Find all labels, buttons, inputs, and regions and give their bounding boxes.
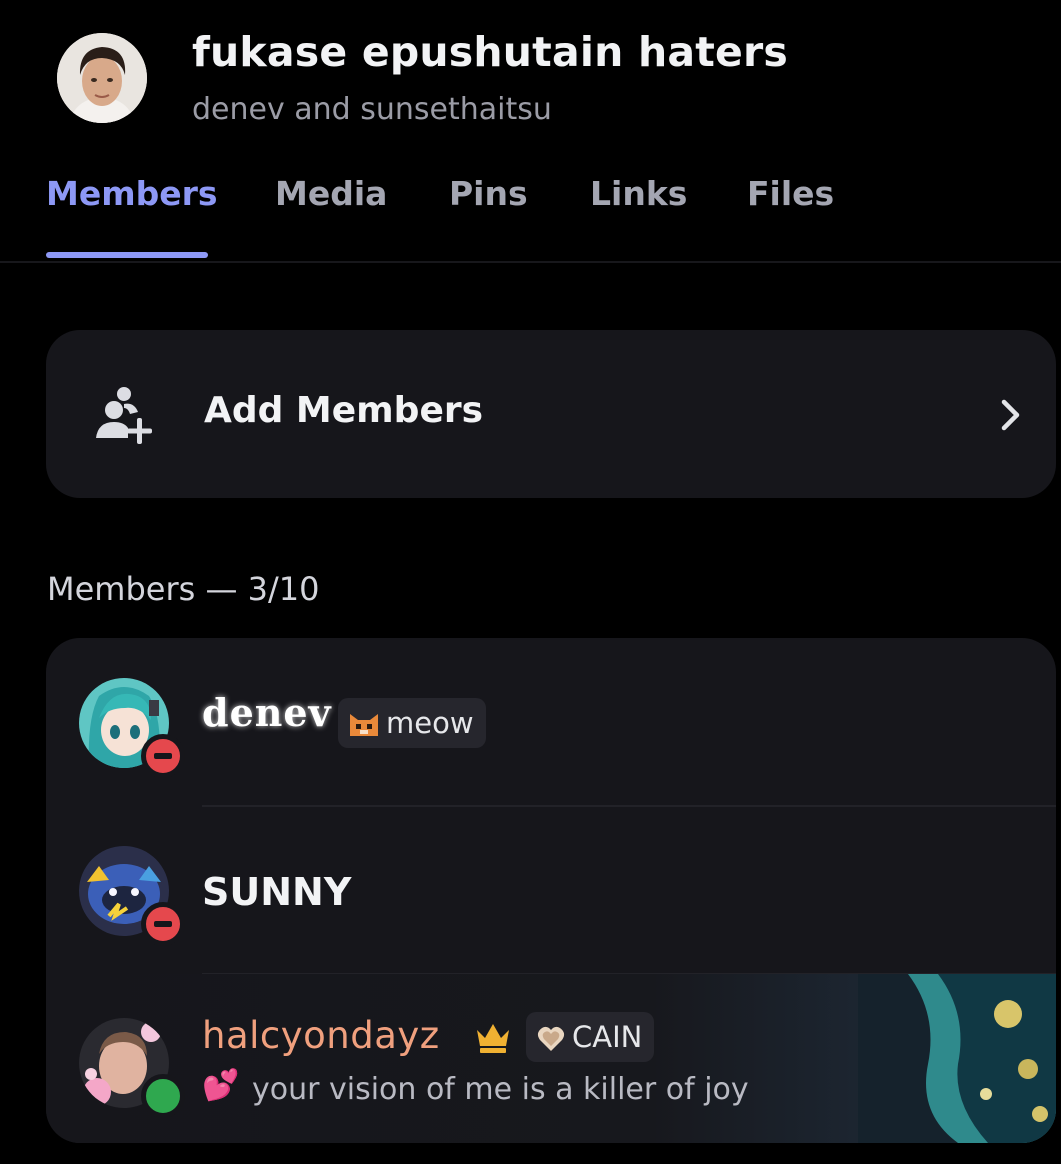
header-divider <box>0 261 1061 263</box>
add-members-button[interactable]: Add Members <box>46 330 1056 498</box>
group-title: fukase epushutain haters <box>192 28 789 76</box>
dnd-status-icon <box>141 734 185 778</box>
group-avatar[interactable] <box>57 33 147 123</box>
member-name: SUNNY <box>202 870 352 914</box>
tab-bar: Members Media Pins Links Files <box>0 170 1061 262</box>
member-name: halcyondayz <box>202 1014 440 1057</box>
tab-media[interactable]: Media <box>275 174 387 213</box>
tab-pins[interactable]: Pins <box>449 174 528 213</box>
tab-members[interactable]: Members <box>46 174 218 213</box>
crown-icon <box>477 1024 509 1053</box>
profile-banner-art <box>858 974 1056 1143</box>
group-members-subtitle: denev and sunsethaitsu <box>192 92 552 127</box>
online-status-icon <box>141 1074 185 1118</box>
cat-emoji-icon <box>350 714 378 736</box>
channel-header: fukase epushutain haters denev and sunse… <box>0 0 1061 263</box>
tab-links[interactable]: Links <box>590 174 687 213</box>
heart-shield-icon <box>537 1026 565 1051</box>
chevron-right-icon <box>1001 399 1020 431</box>
member-row-halcyondayz[interactable]: halcyondayz CAIN 💕 your vision of me is … <box>46 974 1056 1143</box>
member-row-denev[interactable]: denev meow <box>46 638 1056 806</box>
member-tag[interactable]: CAIN <box>526 1012 655 1062</box>
custom-status-text: your vision of me is a killer of joy <box>252 1072 749 1107</box>
members-list: denev meow SUNNY halcyondayz CAIN 💕 your… <box>46 638 1056 1143</box>
tag-label: CAIN <box>572 1020 643 1054</box>
dnd-status-icon <box>141 902 185 946</box>
member-tag[interactable]: meow <box>338 698 486 748</box>
member-name: denev <box>202 690 332 735</box>
active-tab-indicator <box>46 252 208 258</box>
member-row-sunny[interactable]: SUNNY <box>46 806 1056 974</box>
members-count-heading: Members — 3/10 <box>47 570 320 608</box>
custom-status-emoji: 💕 <box>202 1068 240 1103</box>
tag-label: meow <box>386 706 474 740</box>
add-user-icon <box>96 387 152 444</box>
tab-files[interactable]: Files <box>747 174 834 213</box>
add-members-label: Add Members <box>204 390 484 431</box>
group-avatar-image <box>57 33 147 123</box>
